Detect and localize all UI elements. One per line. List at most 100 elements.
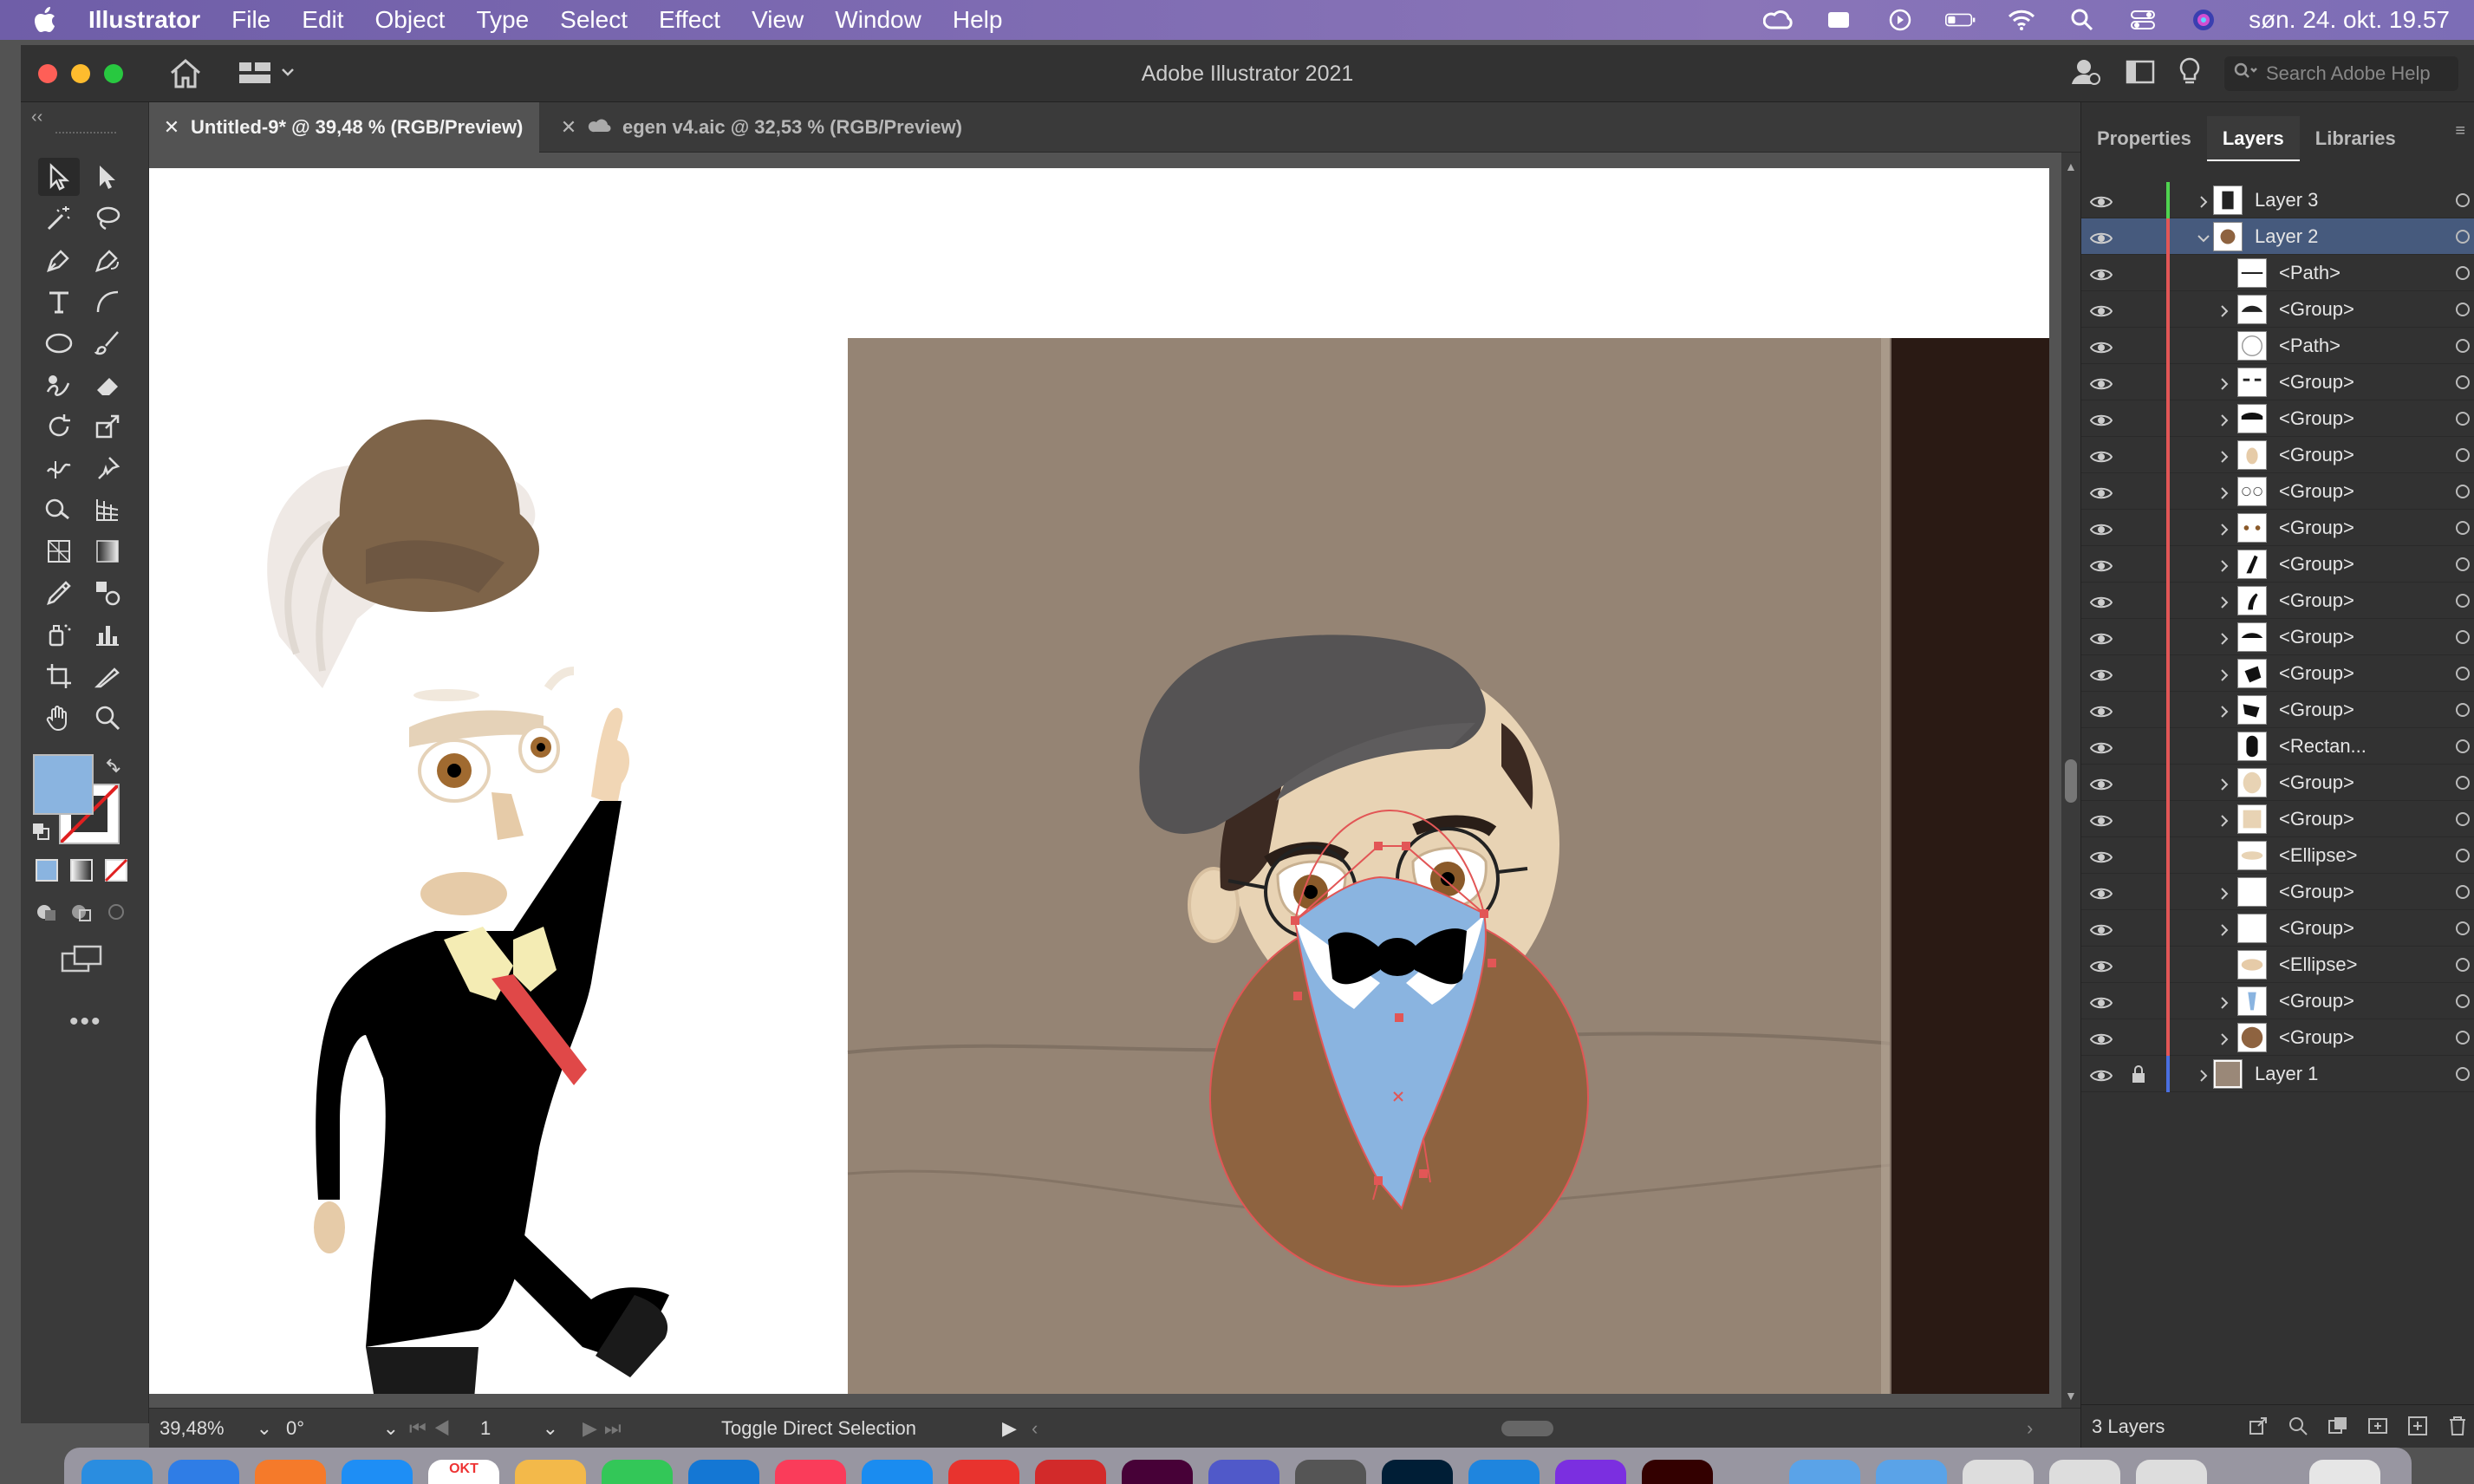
default-fill-stroke-icon[interactable] — [31, 822, 52, 847]
downloads-folder-icon[interactable] — [1876, 1460, 1947, 1484]
menu-edit[interactable]: Edit — [286, 0, 359, 40]
layer-name[interactable]: <Group> — [2279, 983, 2354, 1019]
menu-app-name[interactable]: Illustrator — [66, 0, 216, 40]
app-store-icon[interactable] — [862, 1460, 933, 1484]
adobe-xd-icon[interactable] — [1122, 1460, 1193, 1484]
visibility-eye-icon[interactable] — [2089, 411, 2113, 426]
search-adobe-help-field[interactable]: Search Adobe Help — [2224, 56, 2458, 91]
lock-toggle-area[interactable] — [2130, 227, 2147, 246]
play-icon[interactable] — [1885, 7, 1916, 33]
fill-color-swatch[interactable] — [33, 754, 94, 815]
layer-row[interactable]: <Group> — [2081, 473, 2474, 510]
layer-target-icon[interactable] — [2456, 375, 2470, 389]
scroll-up-icon[interactable]: ▲ — [2065, 159, 2077, 173]
lightbulb-icon[interactable] — [2178, 57, 2202, 91]
layer-name[interactable]: <Ellipse> — [2279, 837, 2358, 874]
layer-row[interactable]: <Group> — [2081, 801, 2474, 837]
apple-menu-icon[interactable] — [24, 0, 66, 40]
music-icon[interactable] — [775, 1460, 846, 1484]
lock-toggle-area[interactable] — [2130, 700, 2147, 719]
chevron-down-icon[interactable] — [2196, 229, 2211, 244]
control-center-icon[interactable] — [2127, 7, 2158, 33]
direct-selection-tool-icon[interactable] — [87, 158, 128, 196]
export-icon[interactable] — [2248, 1416, 2269, 1442]
menu-object[interactable]: Object — [360, 0, 461, 40]
lock-toggle-area[interactable] — [2130, 737, 2147, 756]
visibility-eye-icon[interactable] — [2089, 265, 2113, 281]
next-last-artboard-icon[interactable]: ▶⏭ — [583, 1414, 628, 1443]
perspective-grid-tool-icon[interactable] — [87, 491, 128, 529]
chevron-right-icon[interactable] — [2217, 593, 2232, 609]
artboard[interactable] — [149, 168, 2049, 1399]
magic-wand-tool-icon[interactable] — [38, 199, 80, 238]
vscode-icon[interactable] — [1468, 1460, 1540, 1484]
menu-type[interactable]: Type — [460, 0, 544, 40]
tab-properties[interactable]: Properties — [2081, 116, 2207, 161]
puppet-warp-tool-icon[interactable] — [87, 449, 128, 487]
visibility-eye-icon[interactable] — [2089, 338, 2113, 354]
shaper-tool-icon[interactable] — [38, 366, 80, 404]
visibility-eye-icon[interactable] — [2089, 229, 2113, 244]
visibility-eye-icon[interactable] — [2089, 593, 2113, 609]
layer-target-icon[interactable] — [2456, 303, 2470, 316]
layer-target-icon[interactable] — [2456, 958, 2470, 972]
layer-name[interactable]: <Group> — [2279, 400, 2354, 437]
arc-tool-icon[interactable] — [87, 283, 128, 321]
layer-name[interactable]: <Path> — [2279, 255, 2341, 291]
clipping-mask-icon[interactable] — [2328, 1416, 2348, 1442]
chevron-right-icon[interactable] — [2217, 520, 2232, 536]
finder-icon[interactable] — [81, 1460, 153, 1484]
lock-toggle-area[interactable] — [2130, 482, 2147, 501]
chevron-right-icon[interactable] — [2196, 192, 2211, 208]
share-user-icon[interactable] — [2068, 56, 2103, 92]
chevron-right-icon[interactable] — [2217, 811, 2232, 827]
layer-name[interactable]: <Group> — [2279, 1019, 2354, 1056]
gradient-tool-icon[interactable] — [87, 532, 128, 570]
menu-help[interactable]: Help — [937, 0, 1019, 40]
layer-row[interactable]: <Group> — [2081, 765, 2474, 801]
chevron-right-icon[interactable] — [2217, 921, 2232, 936]
visibility-eye-icon[interactable] — [2089, 1066, 2113, 1082]
photoshop-icon[interactable] — [1382, 1460, 1453, 1484]
scroll-right-icon[interactable]: › — [2027, 1414, 2033, 1443]
draw-behind-icon[interactable] — [69, 900, 94, 928]
chevron-right-icon[interactable] — [2217, 884, 2232, 900]
ellipse-tool-icon[interactable] — [38, 324, 80, 362]
color-mode-icon[interactable] — [35, 858, 59, 887]
layer-target-icon[interactable] — [2456, 667, 2470, 680]
layer-target-icon[interactable] — [2456, 921, 2470, 935]
chevron-right-icon[interactable] — [2217, 775, 2232, 791]
status-menu-arrow-icon[interactable]: ▶ — [1002, 1414, 1017, 1443]
layer-row[interactable]: <Group> — [2081, 583, 2474, 619]
layer-name[interactable]: <Group> — [2279, 801, 2354, 837]
layer-target-icon[interactable] — [2456, 521, 2470, 535]
scroll-left-icon[interactable]: ‹ — [1032, 1414, 1038, 1443]
layer-target-icon[interactable] — [2456, 339, 2470, 353]
layer-target-icon[interactable] — [2456, 193, 2470, 207]
walking-gentleman-illustration[interactable] — [267, 420, 669, 1399]
chevron-right-icon[interactable] — [2217, 629, 2232, 645]
visibility-eye-icon[interactable] — [2089, 629, 2113, 645]
none-mode-icon[interactable] — [104, 858, 128, 887]
tab-untitled-9[interactable]: ✕ Untitled-9* @ 39,48 % (RGB/Preview) — [149, 102, 539, 153]
lock-toggle-area[interactable] — [2130, 300, 2147, 319]
rotate-tool-icon[interactable] — [38, 407, 80, 446]
hand-tool-icon[interactable] — [38, 699, 80, 737]
visibility-eye-icon[interactable] — [2089, 520, 2113, 536]
lock-toggle-area[interactable] — [2130, 555, 2147, 574]
layer-target-icon[interactable] — [2456, 703, 2470, 717]
lock-toggle-area[interactable] — [2130, 191, 2147, 210]
firefox-icon[interactable] — [255, 1460, 326, 1484]
canvas-area[interactable] — [149, 153, 2061, 1408]
lock-toggle-area[interactable] — [2130, 373, 2147, 392]
flash-icon[interactable] — [1035, 1460, 1106, 1484]
visibility-eye-icon[interactable] — [2089, 1030, 2113, 1045]
layer-name[interactable]: <Ellipse> — [2279, 947, 2358, 983]
menu-select[interactable]: Select — [544, 0, 643, 40]
visibility-eye-icon[interactable] — [2089, 957, 2113, 973]
chevron-right-icon[interactable] — [2217, 484, 2232, 499]
chevron-right-icon[interactable] — [2217, 302, 2232, 317]
visibility-eye-icon[interactable] — [2089, 556, 2113, 572]
layer-row[interactable]: <Group> — [2081, 510, 2474, 546]
spotlight-search-icon[interactable] — [2067, 7, 2098, 33]
